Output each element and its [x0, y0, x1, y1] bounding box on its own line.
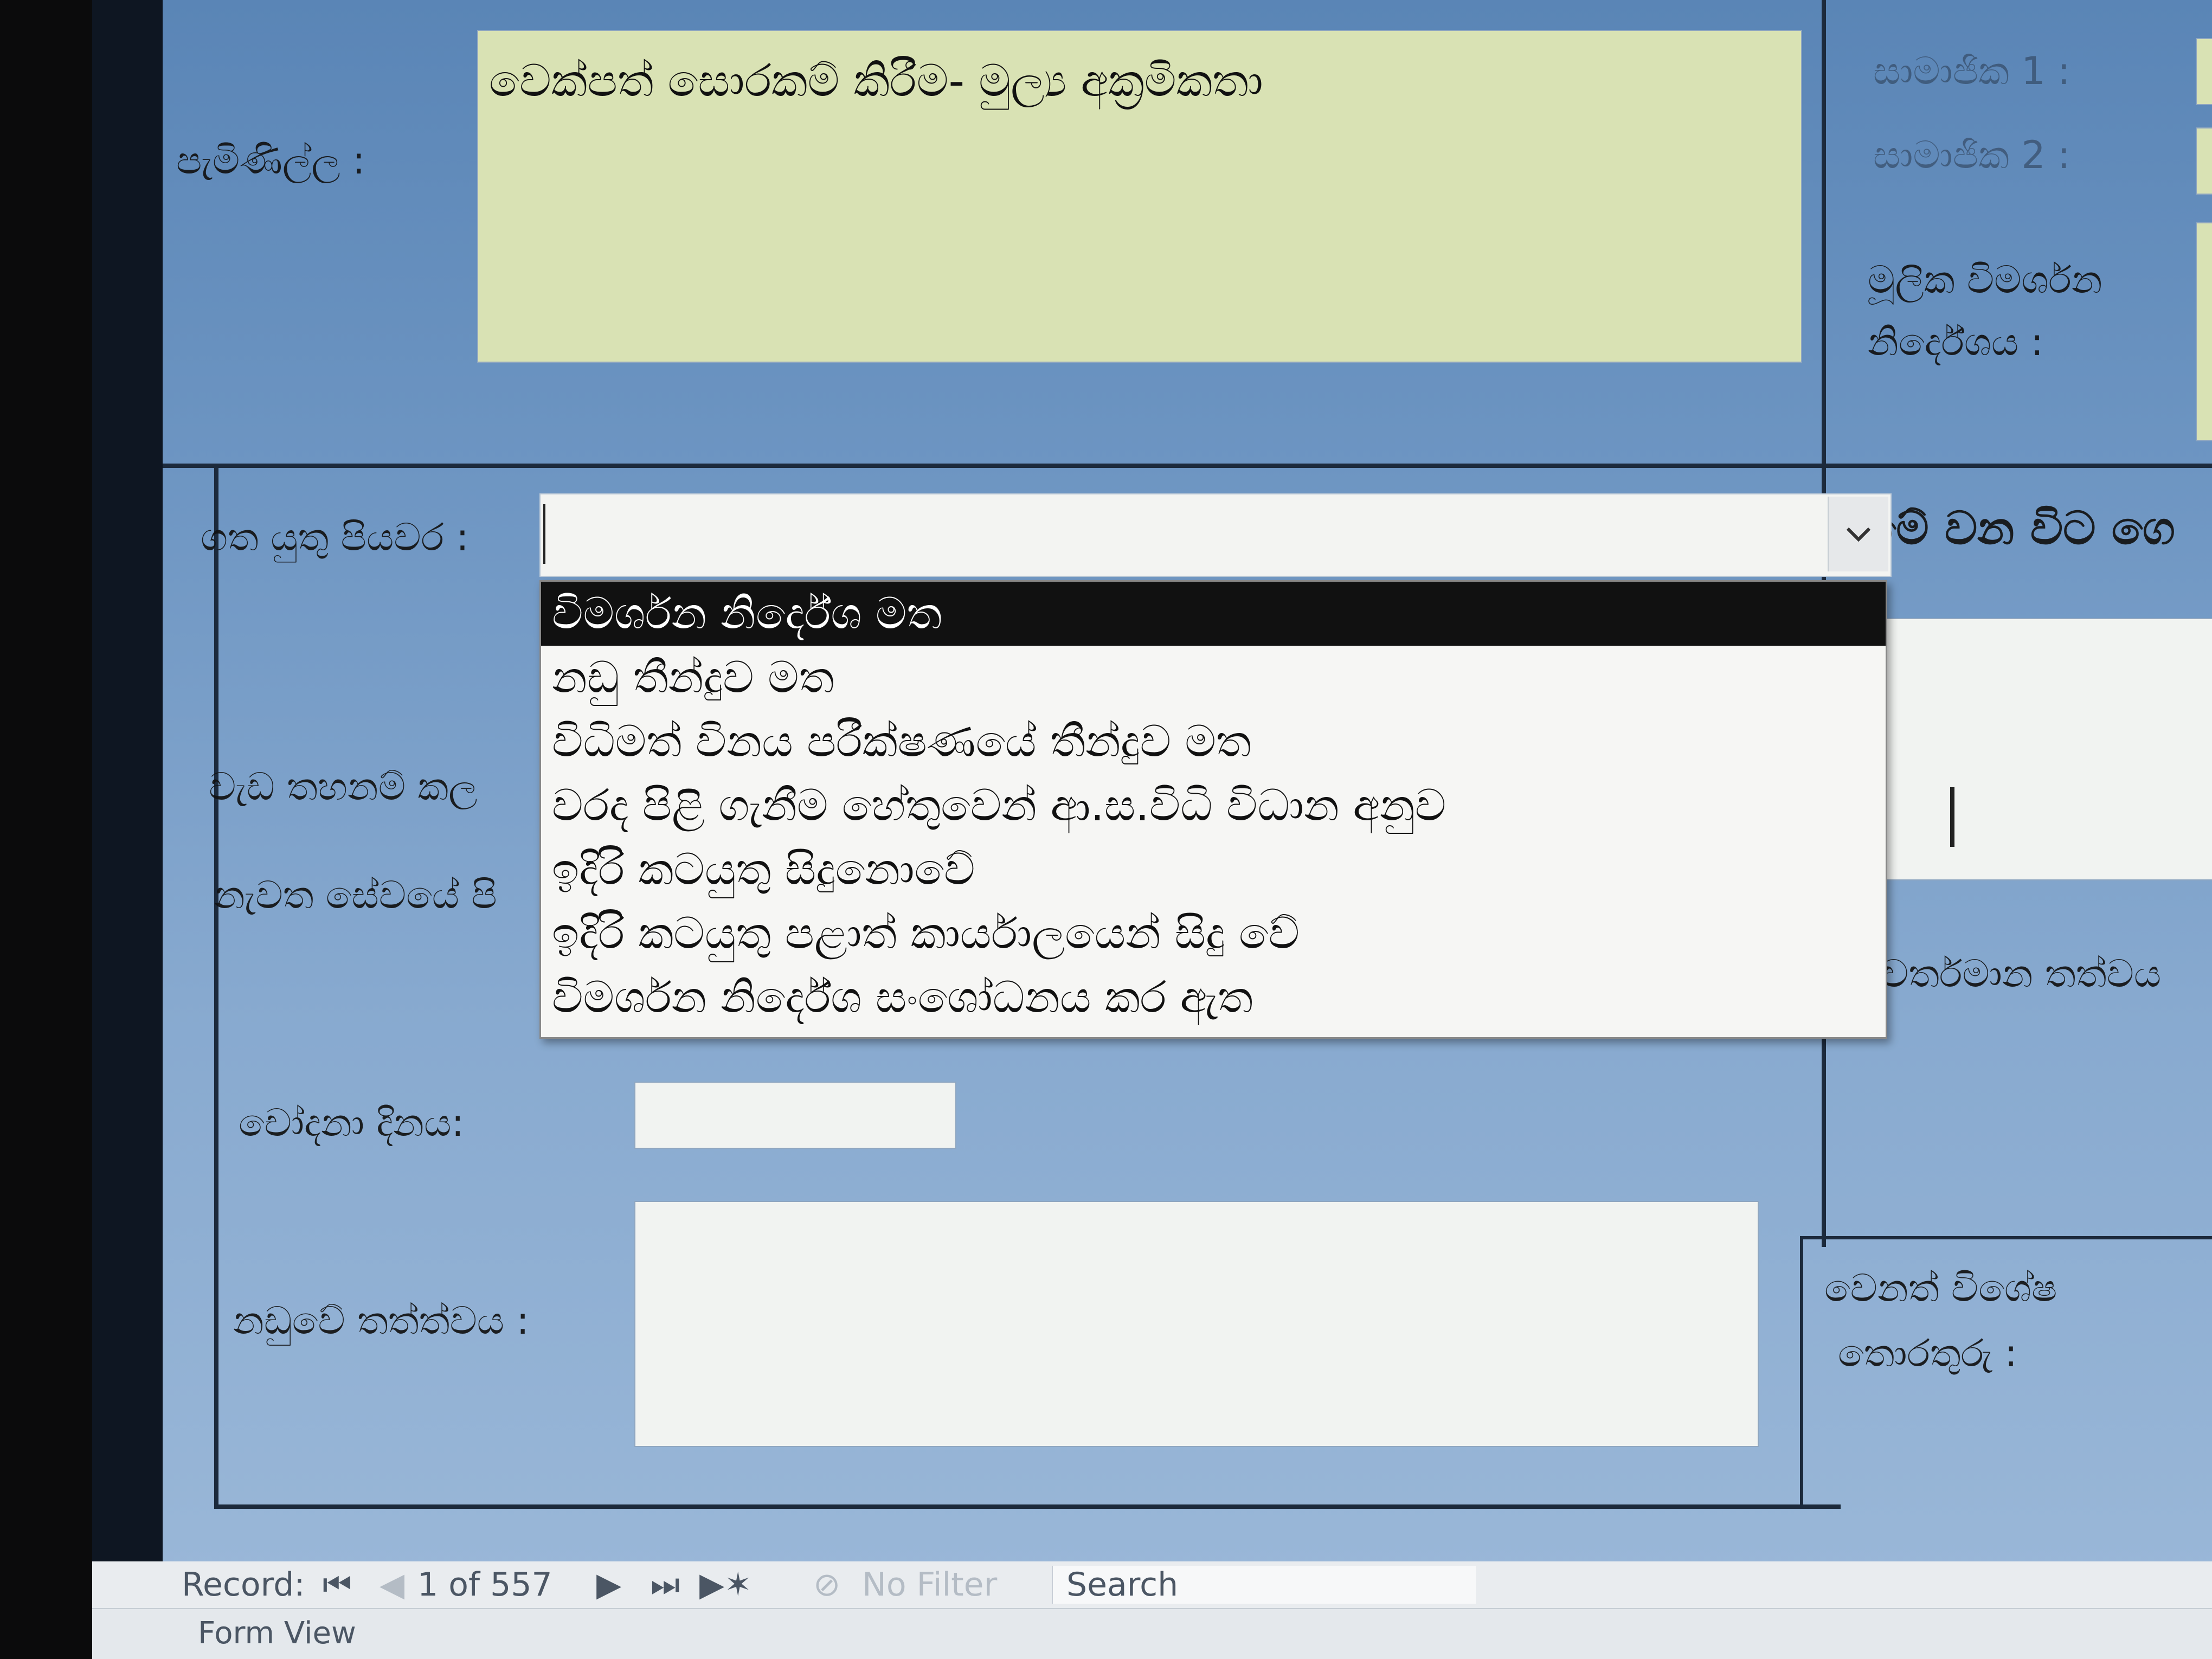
dropdown-option[interactable]: විමර්ශන නිර්දේශ මත — [541, 582, 1886, 646]
no-filter-button[interactable]: No Filter — [862, 1561, 997, 1608]
previous-record-icon[interactable]: ◀ — [380, 1561, 404, 1608]
last-record-icon[interactable]: ⏭ — [651, 1561, 680, 1608]
other-info-line1: වෙනත් විශේෂ — [1824, 1266, 2057, 1310]
complaint-label: පැමිණිල්ල : — [176, 138, 365, 183]
right-section-heading: මේ වන විට ගෙ — [1865, 501, 2175, 555]
right-lower-vertical — [1800, 1236, 1803, 1507]
next-record-icon[interactable]: ▶ — [596, 1561, 621, 1608]
prelim-recommendation-field[interactable] — [2196, 222, 2212, 441]
combobox-dropdown-button[interactable] — [1828, 497, 1888, 571]
action-label: ගත යුතු පියවර : — [201, 515, 469, 560]
current-status-notes-field[interactable] — [1857, 618, 2212, 880]
dropdown-option[interactable]: වරද පිළි ගැනීම හේතුවෙන් ආ.ස.විධි විධාන අ… — [541, 774, 1886, 838]
complaint-topic-field[interactable]: වෙක්පත් සොරකම් කිරීම- මුල්‍ය අක්‍රමිකතා — [477, 30, 1802, 363]
prelim-recommendation-line2: නිර්දේශය : — [1868, 320, 2044, 364]
chevron-down-icon — [1846, 527, 1871, 542]
bottom-border — [214, 1504, 1841, 1509]
left-outer-edge — [92, 0, 163, 1659]
search-box[interactable]: Search — [1052, 1566, 1476, 1604]
action-combobox[interactable] — [539, 493, 1892, 577]
filter-icon[interactable]: ⊘ — [813, 1561, 840, 1608]
member2-field[interactable] — [2196, 127, 2212, 195]
left-panel-border — [214, 464, 218, 1504]
top-section-divider — [163, 464, 2212, 468]
prelim-recommendation-line1: මූලික විමර්ශන — [1868, 258, 2102, 302]
action-dropdown-list[interactable]: විමර්ශන නිර්දේශ මත නඩු තීන්දුව මත විධිමත… — [539, 580, 1887, 1039]
record-label: Record: — [182, 1566, 305, 1604]
dropdown-option[interactable]: ඉදිරි කටයුතු සිදුනොවේ — [541, 838, 1886, 902]
dropdown-option[interactable]: විධිමත් විනය පරීක්ෂණයේ තීන්දුව මත — [541, 710, 1886, 774]
case-status-field[interactable] — [634, 1201, 1759, 1447]
text-cursor-icon — [1950, 787, 1954, 847]
complaint-topic-text: වෙක්පත් සොරකම් කිරීම- මුල්‍ය අක්‍රමිකතා — [489, 55, 1263, 107]
access-form-screen: පැමිණිල්ල : වෙක්පත් සොරකම් කිරීම- මුල්‍ය… — [92, 0, 2212, 1659]
dropdown-option[interactable]: ඉදිරි කටයුතු පළාත් කාර්යාලයෙන් සිදු වේ — [541, 902, 1886, 966]
charge-date-field[interactable] — [634, 1082, 956, 1149]
work-suspension-label: වැඩ තහනම් කල — [209, 764, 478, 809]
charge-date-label: චෝදනා දිනය: — [239, 1101, 465, 1145]
record-position[interactable]: 1 of 557 — [417, 1561, 552, 1608]
dropdown-option[interactable]: විමර්ශන නිර්දේශ සංශෝධනය කර ඇත — [541, 966, 1886, 1030]
text-caret — [543, 504, 545, 564]
form-view-label: Form View — [198, 1616, 356, 1651]
right-lower-divider — [1803, 1236, 2212, 1239]
record-navigator: Record: ⏮ ◀ 1 of 557 ▶ ⏭ ▶✶ ⊘ No Filter … — [92, 1561, 2212, 1609]
member1-label: සාමාජික 1 : — [1873, 49, 2070, 93]
reinstatement-label: නැවත සේවයේ පි — [214, 873, 497, 917]
dropdown-option[interactable]: නඩු තීන්දුව මත — [541, 646, 1886, 710]
new-record-icon[interactable]: ▶✶ — [699, 1561, 751, 1608]
other-info-line2: තොරතුරු : — [1838, 1331, 2018, 1375]
case-status-label: නඩුවේ තත්ත්වය : — [233, 1298, 529, 1343]
record-navigation-bar: Record: ⏮ ◀ 1 of 557 ▶ ⏭ ▶✶ ⊘ No Filter … — [92, 1561, 2212, 1659]
member2-label: සාමාජික 2 : — [1873, 133, 2070, 177]
current-status-label: වර්තමාන තත්වය — [1881, 951, 2162, 996]
member1-field[interactable] — [2196, 38, 2212, 105]
search-label: Search — [1066, 1566, 1179, 1604]
first-record-icon[interactable]: ⏮ — [323, 1561, 352, 1608]
